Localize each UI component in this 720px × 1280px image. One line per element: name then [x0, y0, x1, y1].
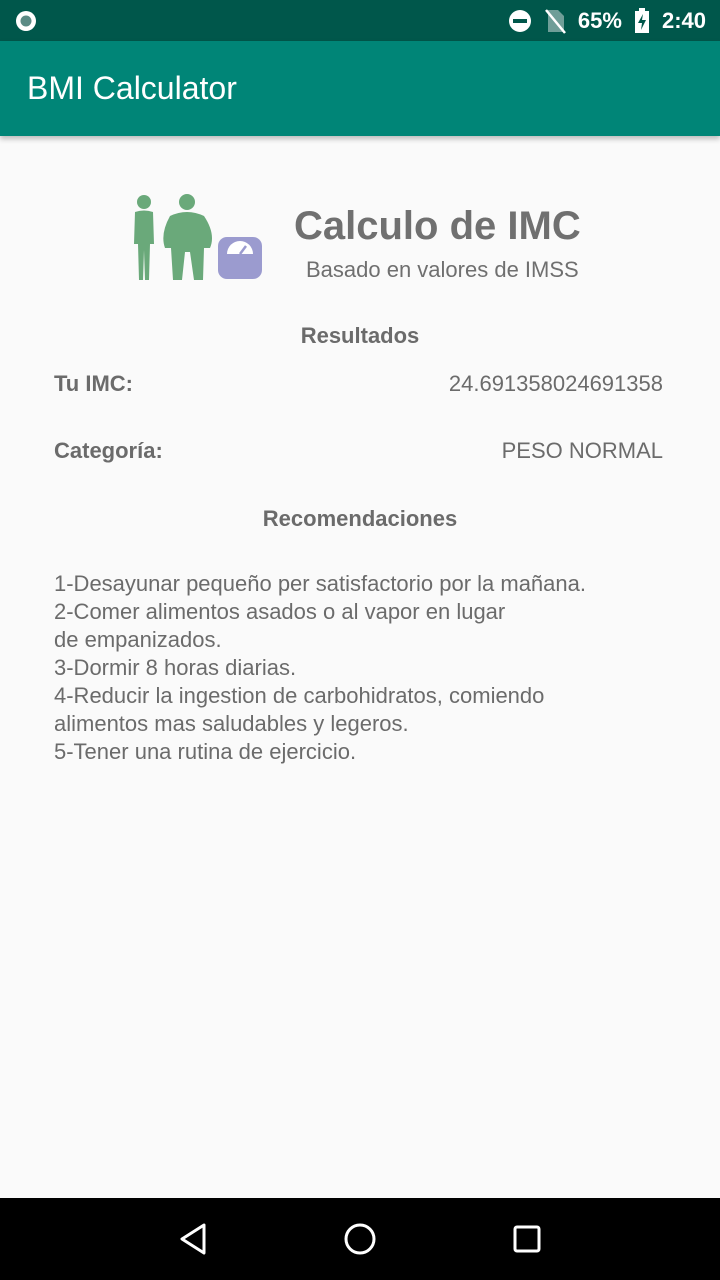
do-not-disturb-icon — [508, 9, 531, 32]
clock: 2:40 — [661, 7, 706, 33]
home-icon — [344, 1223, 376, 1255]
imc-label: Tu IMC: — [54, 371, 134, 396]
recommendations-text: 1-Desayunar pequeño per satisfactorio po… — [54, 570, 674, 766]
recommendation-line: 5-Tener una rutina de ejercicio. — [54, 739, 357, 764]
recommendation-line: 4-Reducir la ingestion de carbohidratos,… — [54, 683, 545, 708]
status-bar: 65% 2:40 — [0, 0, 720, 41]
category-value: PESO NORMAL — [501, 438, 663, 463]
main-content: Calculo de IMC Basado en valores de IMSS… — [0, 136, 720, 1198]
notification-dot-icon — [16, 10, 36, 31]
recommendation-line: 1-Desayunar pequeño per satisfactorio po… — [54, 571, 586, 596]
page-title: Calculo de IMC — [294, 204, 581, 248]
navigation-bar — [0, 1198, 720, 1280]
battery-percent: 65% — [577, 7, 622, 33]
imc-value: 24.691358024691358 — [448, 371, 663, 396]
category-label: Categoría: — [54, 438, 163, 463]
page-subtitle: Basado en valores de IMSS — [306, 257, 579, 282]
recents-button[interactable] — [497, 1209, 557, 1269]
back-button[interactable] — [163, 1209, 223, 1269]
app-bar: BMI Calculator — [0, 41, 720, 136]
results-heading: Resultados — [300, 323, 420, 348]
battery-charging-icon — [634, 7, 649, 33]
app-title: BMI Calculator — [27, 70, 237, 106]
home-button[interactable] — [330, 1209, 390, 1269]
recommendation-line: 2-Comer alimentos asados o al vapor en l… — [54, 599, 506, 624]
recommendation-line: 3-Dormir 8 horas diarias. — [54, 655, 297, 680]
recommendations-heading: Recomendaciones — [262, 506, 458, 531]
people-with-scale-icon — [134, 194, 262, 280]
recommendation-line: alimentos mas saludables y legeros. — [54, 711, 409, 736]
recommendation-line: de empanizados. — [54, 627, 222, 652]
no-sim-icon — [544, 8, 566, 34]
recents-icon — [513, 1225, 541, 1253]
back-icon — [180, 1223, 206, 1255]
